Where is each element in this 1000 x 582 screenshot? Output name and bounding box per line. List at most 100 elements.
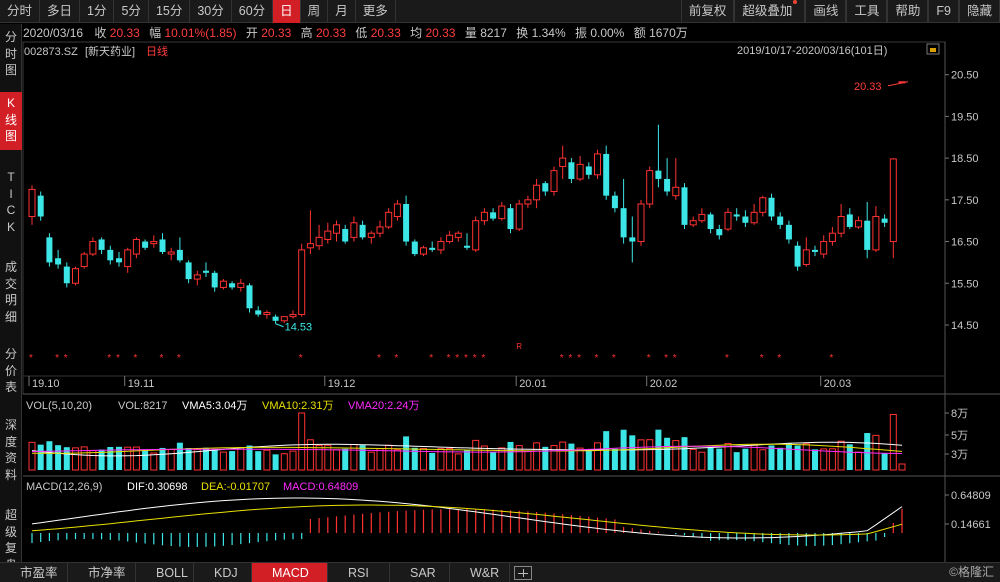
candle-body [219,280,227,288]
signal-star-icon: * [160,353,164,364]
volume-bar [846,444,853,470]
volume-bar [342,448,349,470]
indicator-tab-3[interactable]: KDJ [194,562,252,582]
indicator-tab-0[interactable]: 市盈率 [0,562,68,582]
signal-star-icon: * [133,353,137,364]
indicator-tab-7[interactable]: W&R [450,562,510,582]
volume-bar [855,451,862,471]
candle-body [80,253,88,268]
signal-star-icon: * [299,353,303,364]
candle-body [742,216,749,223]
max-price-label: 20.33 [854,81,882,93]
candle-body [324,230,332,240]
y-tick-label: 16.50 [951,237,979,249]
vol-tick-label: 3万 [951,449,968,461]
candle-body [437,241,445,251]
signal-star-icon: * [464,353,468,364]
signal-star-icon: * [595,353,599,364]
volume-bar [490,452,497,470]
candle-body [480,211,488,222]
volume-bar [524,450,532,471]
candle-body [333,224,340,234]
signal-star-icon: * [55,353,59,364]
macd-title: MACD(12,26,9) [26,481,102,493]
lock-icon-body [930,48,936,52]
volume-bar [193,449,201,471]
candle-body [498,205,506,220]
volume-bar [124,446,132,471]
y-tick-label: 19.50 [951,111,979,123]
volume-bar [681,437,688,470]
candle-body [176,249,183,261]
indicator-tab-5[interactable]: RSI [328,562,390,582]
candle-body [889,158,897,243]
volume-bar [698,451,706,471]
y-tick-label: 18.50 [951,153,979,165]
candle-body [280,316,288,322]
candle-body [802,249,810,265]
volume-bar [820,448,828,471]
volume-bar [159,447,166,470]
candle-body [359,224,366,238]
candle-body [515,203,523,230]
volume-bar [229,451,236,470]
kline-chart[interactable]: 002873.SZ [新天药业] 日线 2019/10/17-2020/03/16(1… [0,0,1000,562]
indicator-tab-2[interactable]: BOLL [136,562,194,582]
macd-tick-label: 0.14661 [951,519,991,531]
candle-body [724,211,732,230]
indicator-tab-1[interactable]: 市净率 [68,562,136,582]
candle-body [306,243,314,249]
volume-bar [785,443,792,470]
volume-bar [393,449,401,471]
volume-bar [429,452,436,470]
candle-body [464,245,470,248]
indicator-tab-6[interactable]: SAR [390,562,450,582]
volume-bar [298,412,306,471]
signal-star-icon: * [664,353,668,364]
volume-bar [211,449,218,470]
stock-code: 002873.SZ [24,46,78,58]
volume-bar [802,443,810,471]
dif-value: DIF:0.30698 [127,481,188,493]
candle-body [403,204,410,242]
candle-body [429,247,436,250]
candle-body [263,311,271,316]
candle-body [72,268,79,284]
candle-body [342,229,349,242]
candle-body [533,184,541,201]
signal-star-icon: * [64,353,68,364]
vol-tick-label: 8万 [951,408,968,420]
volume-bar [219,451,227,471]
min-price-label: 14.53 [285,322,313,334]
candle-body [289,314,297,318]
volume-bar [55,445,62,470]
candle-body [116,258,122,263]
add-indicator-icon[interactable] [514,565,532,580]
volume-bar [611,448,618,470]
candle-body [637,203,645,243]
x-tick-label: 19.12 [328,378,356,390]
signal-star-icon: * [560,353,564,364]
vol-tick-label: 5万 [951,430,968,442]
volume-bar [750,444,758,471]
candle-body [559,157,567,167]
volume-bar [664,437,671,470]
signal-star-icon: * [673,353,677,364]
volume-bar [881,453,888,470]
volume-bar [707,447,714,470]
volume-bar [889,414,897,471]
candle-body [507,208,514,230]
signal-star-icon: * [473,353,477,364]
x-tick-label: 20.03 [824,378,852,390]
volume-bar [28,441,36,471]
signal-r-icon: R [516,342,522,351]
volume-bar [542,446,549,470]
volume-bar [568,443,575,470]
volume-bar [324,444,332,471]
volume-bar [533,442,541,471]
candle-body [620,208,627,238]
watermark: ©格隆汇 [949,565,994,579]
indicator-tab-4[interactable]: MACD [252,562,328,582]
candle-body [185,262,192,280]
candle-body [864,220,871,250]
